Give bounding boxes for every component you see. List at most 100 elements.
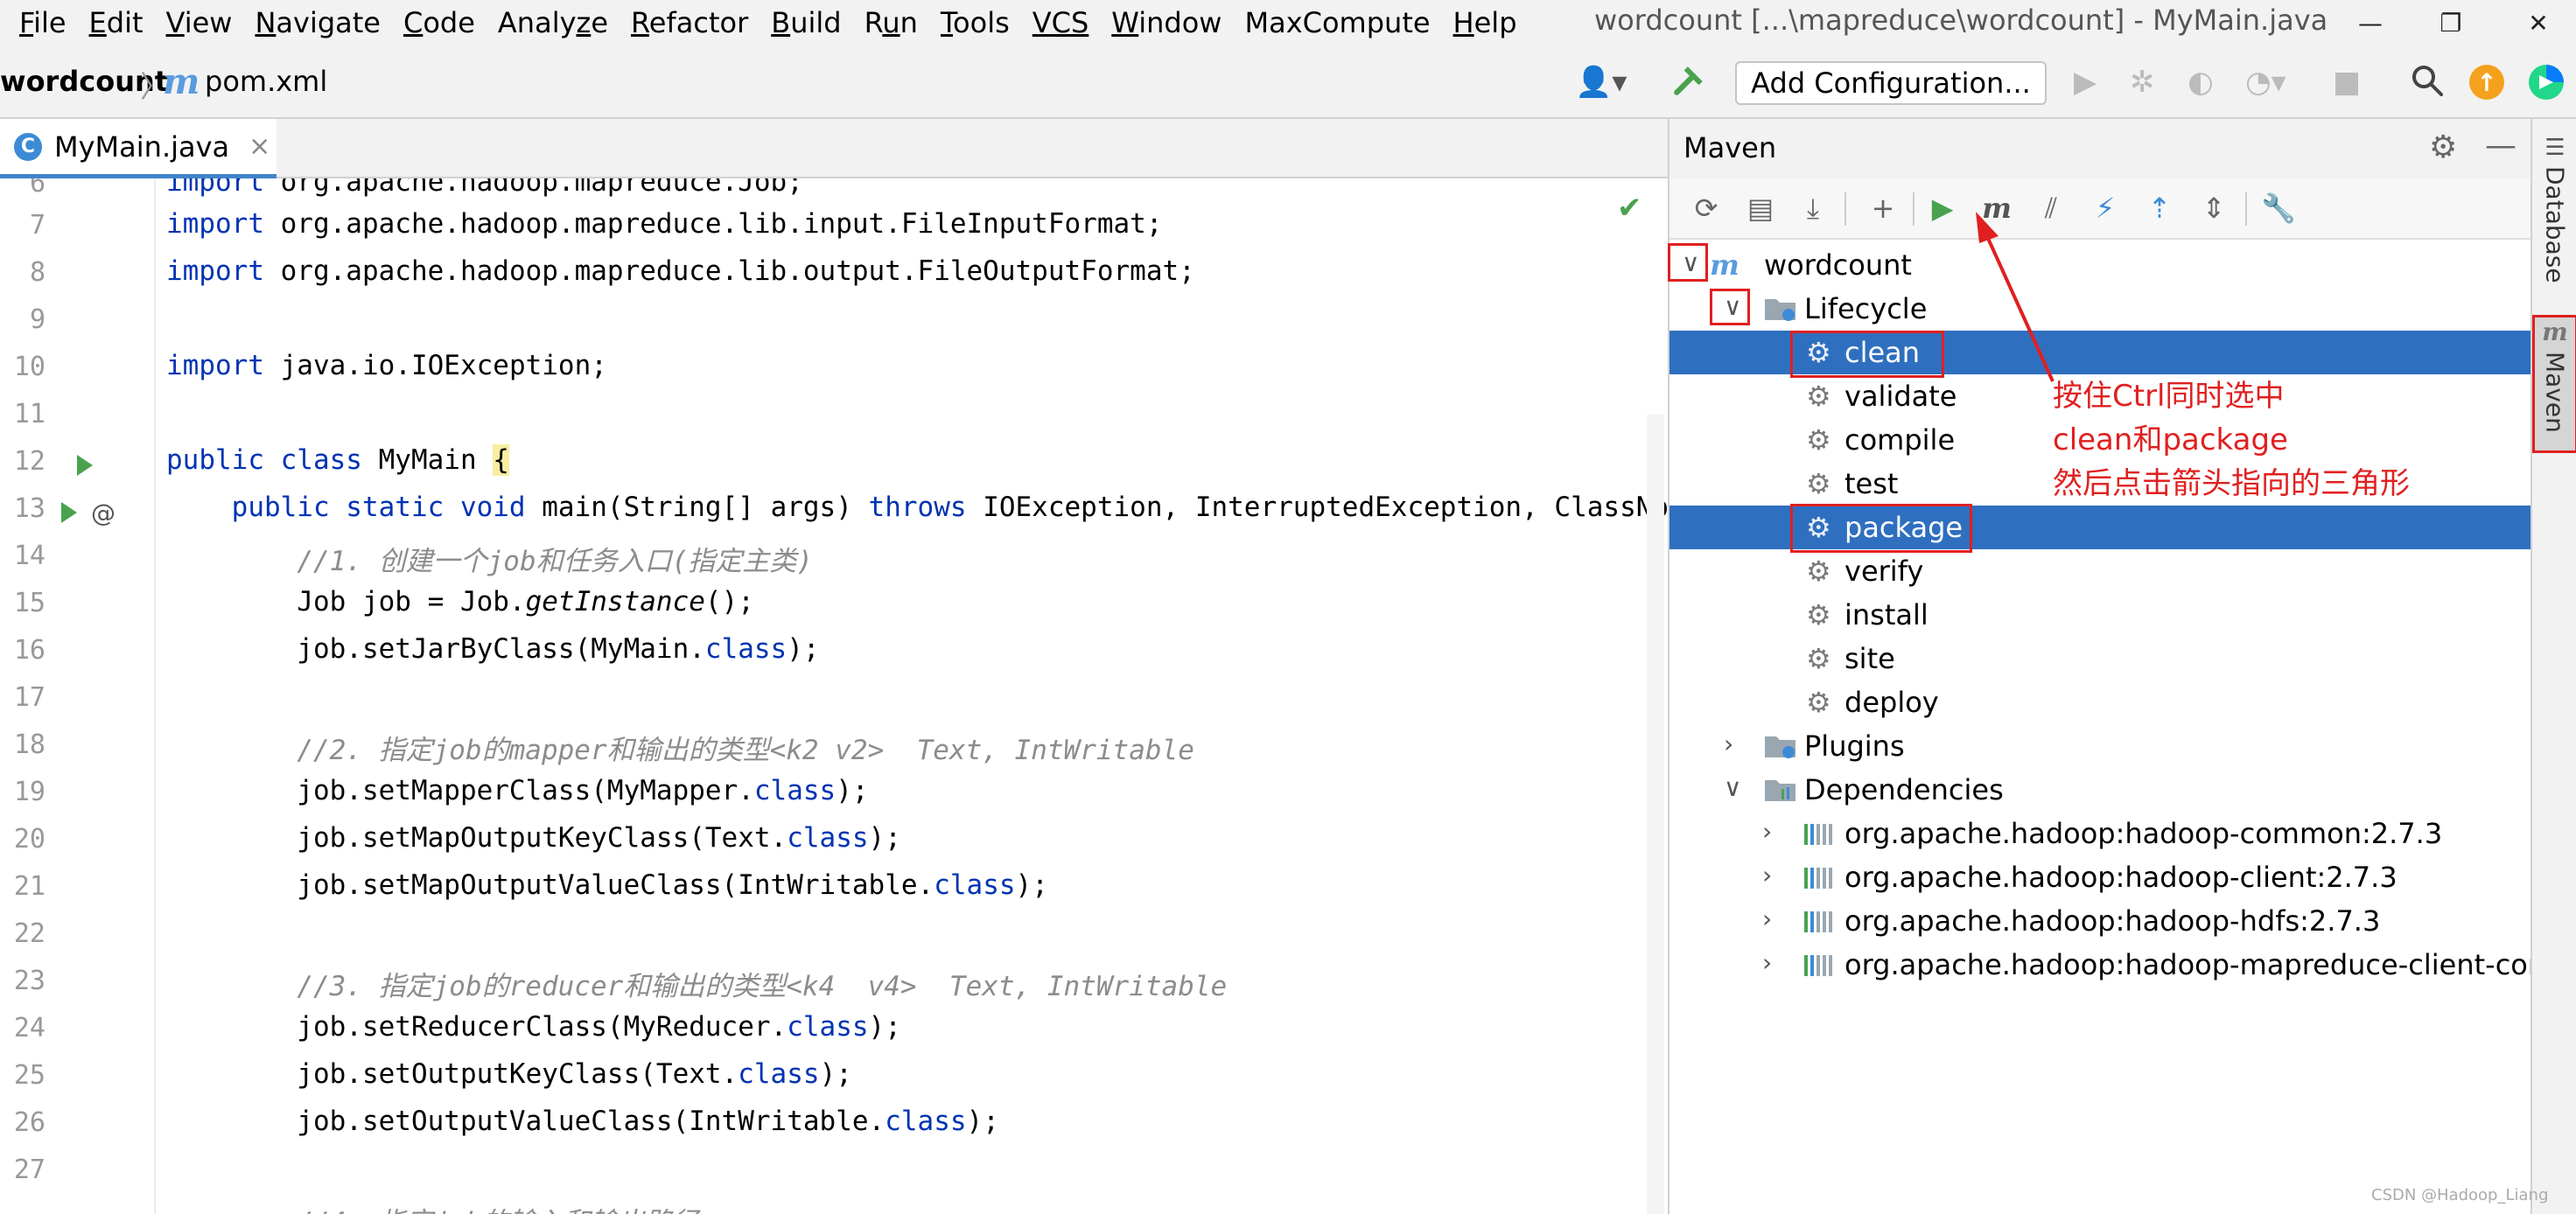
toggle-offline-icon[interactable]: ⫽ bbox=[2034, 191, 2068, 226]
code-line[interactable]: job.setMapOutputValueClass(IntWritable.c… bbox=[166, 869, 1048, 901]
code-line[interactable]: job.setOutputKeyClass(Text.class); bbox=[166, 1058, 852, 1090]
phase-label: deploy bbox=[1844, 686, 1939, 719]
update-icon[interactable]: ↑ bbox=[2469, 65, 2504, 100]
code-line[interactable]: job.setJarByClass(MyMain.class); bbox=[166, 633, 819, 665]
breadcrumb-file[interactable]: pom.xml bbox=[205, 65, 327, 98]
run-main-icon[interactable] bbox=[61, 502, 77, 523]
menu-item-12[interactable]: MaxCompute bbox=[1233, 6, 1441, 39]
menu-item-10[interactable]: VCS bbox=[1021, 6, 1101, 39]
line-number: 8 bbox=[29, 257, 46, 288]
lifecycle-phase-install[interactable]: ⚙ install bbox=[1670, 593, 2532, 637]
menu-item-13[interactable]: Help bbox=[1442, 6, 1529, 39]
minimize-button[interactable]: — bbox=[2340, 0, 2401, 45]
dependency-row[interactable]: › org.apache.hadoop:hadoop-common:2.7.3 bbox=[1670, 812, 2532, 855]
menu-item-0[interactable]: File bbox=[0, 6, 78, 39]
code-line[interactable]: import java.io.IOException; bbox=[166, 350, 607, 381]
menu-item-6[interactable]: Refactor bbox=[620, 6, 760, 39]
code-line[interactable]: import org.apache.hadoop.mapreduce.lib.o… bbox=[166, 255, 1195, 287]
skip-tests-icon[interactable]: ⚡ bbox=[2088, 191, 2123, 226]
code-line[interactable]: //1. 创建一个job和任务入口(指定主类) bbox=[166, 539, 813, 578]
debug-icon[interactable]: ✲ bbox=[2130, 65, 2155, 100]
execute-goal-icon[interactable]: m bbox=[1979, 191, 2014, 226]
tree-row-plugins[interactable]: › Plugins bbox=[1670, 724, 2532, 768]
reload-icon[interactable]: ⟳ bbox=[1689, 191, 1724, 226]
run-maven-build-icon[interactable]: ▶ bbox=[1925, 191, 1960, 226]
menu-item-9[interactable]: Tools bbox=[929, 6, 1021, 39]
lifecycle-label: Lifecycle bbox=[1804, 292, 1928, 325]
lifecycle-phase-site[interactable]: ⚙ site bbox=[1670, 637, 2532, 680]
window-title: wordcount [...\mapreduce\wordcount] - My… bbox=[1594, 3, 2328, 37]
show-dependencies-icon[interactable]: ⇡ bbox=[2142, 191, 2177, 226]
tab-close-icon[interactable]: × bbox=[248, 131, 270, 162]
collapse-all-icon[interactable]: ⇕ bbox=[2196, 191, 2231, 226]
menu-item-4[interactable]: Code bbox=[392, 6, 486, 39]
code-line[interactable]: //2. 指定job的mapper和输出的类型<k2 v2> Text, Int… bbox=[166, 728, 1194, 767]
dependency-row[interactable]: › org.apache.hadoop:hadoop-hdfs:2.7.3 bbox=[1670, 899, 2532, 943]
library-icon bbox=[1804, 824, 1832, 845]
generate-sources-icon[interactable]: ▤ bbox=[1743, 191, 1778, 226]
code-line[interactable]: //4. 指定job的输入和输出路径 bbox=[166, 1200, 698, 1214]
maven-tool-tab[interactable]: m Maven bbox=[2532, 315, 2576, 453]
restore-button[interactable]: ❐ bbox=[2420, 0, 2482, 45]
maven-settings-wrench-icon[interactable]: 🔧 bbox=[2261, 191, 2296, 226]
run-icon[interactable]: ▶ bbox=[2074, 65, 2096, 100]
tree-row-lifecycle[interactable]: ∨ Lifecycle bbox=[1670, 287, 2532, 331]
menu-item-2[interactable]: View bbox=[155, 6, 244, 39]
add-configuration-button[interactable]: Add Configuration... bbox=[1735, 61, 2047, 105]
chevron-right-icon[interactable]: › bbox=[1724, 729, 1733, 758]
close-window-button[interactable]: ✕ bbox=[2508, 0, 2569, 45]
run-class-icon[interactable] bbox=[77, 455, 93, 476]
code-editor[interactable]: 6 7 8 9 10 11 12 13 14 15 16 17 18 19 20 21 22 23 24 25 26 27… bbox=[0, 178, 1668, 1214]
add-project-icon[interactable]: + bbox=[1866, 191, 1900, 226]
code-line[interactable]: public static void main(String[] args) t… bbox=[166, 492, 1668, 523]
tree-row-project[interactable]: ∨ m wordcount bbox=[1670, 243, 2532, 287]
ide-logo-icon[interactable] bbox=[2527, 63, 2566, 101]
menu-item-7[interactable]: Build bbox=[760, 6, 852, 39]
menu-item-5[interactable]: Analyze bbox=[486, 6, 620, 39]
user-icon[interactable]: 👤▾ bbox=[1575, 65, 1627, 100]
plugins-label: Plugins bbox=[1804, 729, 1905, 763]
settings-gear-icon[interactable]: ⚙ bbox=[2429, 129, 2457, 165]
chevron-right-icon[interactable]: › bbox=[1762, 861, 1772, 890]
stop-icon[interactable]: ■ bbox=[2333, 65, 2361, 100]
coverage-icon[interactable]: ◐ bbox=[2188, 65, 2214, 100]
chevron-down-icon[interactable]: ∨ bbox=[1724, 773, 1742, 802]
menu-item-11[interactable]: Window bbox=[1100, 6, 1233, 39]
profile-icon[interactable]: ◔▾ bbox=[2245, 65, 2286, 100]
code-line[interactable]: job.setReducerClass(MyReducer.class); bbox=[166, 1011, 901, 1043]
menu-item-8[interactable]: Run bbox=[853, 6, 929, 39]
code-line[interactable]: //3. 指定job的reducer和输出的类型<k4 v4> Text, In… bbox=[166, 964, 1227, 1003]
code-line[interactable]: job.setOutputValueClass(IntWritable.clas… bbox=[166, 1106, 999, 1137]
database-tab-label: Database bbox=[2540, 166, 2570, 283]
code-line[interactable]: job.setMapOutputKeyClass(Text.class); bbox=[166, 822, 901, 854]
lifecycle-phase-verify[interactable]: ⚙ verify bbox=[1670, 549, 2532, 593]
chevron-right-icon[interactable]: › bbox=[1762, 817, 1772, 846]
database-tool-tab[interactable]: ☰ Database bbox=[2532, 135, 2576, 283]
library-icon bbox=[1804, 911, 1832, 932]
maven-tab-label: Maven bbox=[2540, 352, 2570, 433]
code-line[interactable]: public class MyMain { bbox=[166, 444, 509, 476]
lifecycle-phase-deploy[interactable]: ⚙ deploy bbox=[1670, 680, 2532, 724]
tree-row-dependencies[interactable]: ∨ Dependencies bbox=[1670, 768, 2532, 812]
chevron-right-icon[interactable]: › bbox=[1762, 904, 1772, 933]
annotation-marker-icon: @ bbox=[91, 499, 116, 527]
line-number: 13 bbox=[13, 493, 46, 524]
line-number: 12 bbox=[13, 446, 46, 477]
maven-header: Maven ⚙ — bbox=[1670, 119, 2532, 178]
code-line[interactable]: Job job = Job.getInstance(); bbox=[166, 586, 754, 617]
dependency-row[interactable]: › org.apache.hadoop:hadoop-client:2.7.3 bbox=[1670, 855, 2532, 899]
menu-item-1[interactable]: Edit bbox=[78, 6, 155, 39]
search-icon[interactable] bbox=[2410, 63, 2445, 98]
tab-mymain-java[interactable]: C MyMain.java × bbox=[0, 119, 276, 178]
menu-item-3[interactable]: Navigate bbox=[243, 6, 392, 39]
inspection-ok-icon[interactable]: ✔ bbox=[1617, 191, 1642, 226]
hide-panel-icon[interactable]: — bbox=[2485, 128, 2516, 164]
code-line[interactable]: import org.apache.hadoop.mapreduce.Job; bbox=[166, 178, 803, 198]
code-line[interactable]: job.setMapperClass(MyMapper.class); bbox=[166, 775, 868, 806]
download-icon[interactable]: ⤓ bbox=[1796, 191, 1830, 226]
editor-scrollbar[interactable] bbox=[1647, 415, 1664, 1214]
code-line[interactable]: import org.apache.hadoop.mapreduce.lib.i… bbox=[166, 208, 1162, 240]
chevron-right-icon[interactable]: › bbox=[1762, 948, 1772, 977]
dependency-row[interactable]: › org.apache.hadoop:hadoop-mapreduce-clie… bbox=[1670, 943, 2576, 987]
hammer-icon[interactable] bbox=[1671, 61, 1708, 98]
